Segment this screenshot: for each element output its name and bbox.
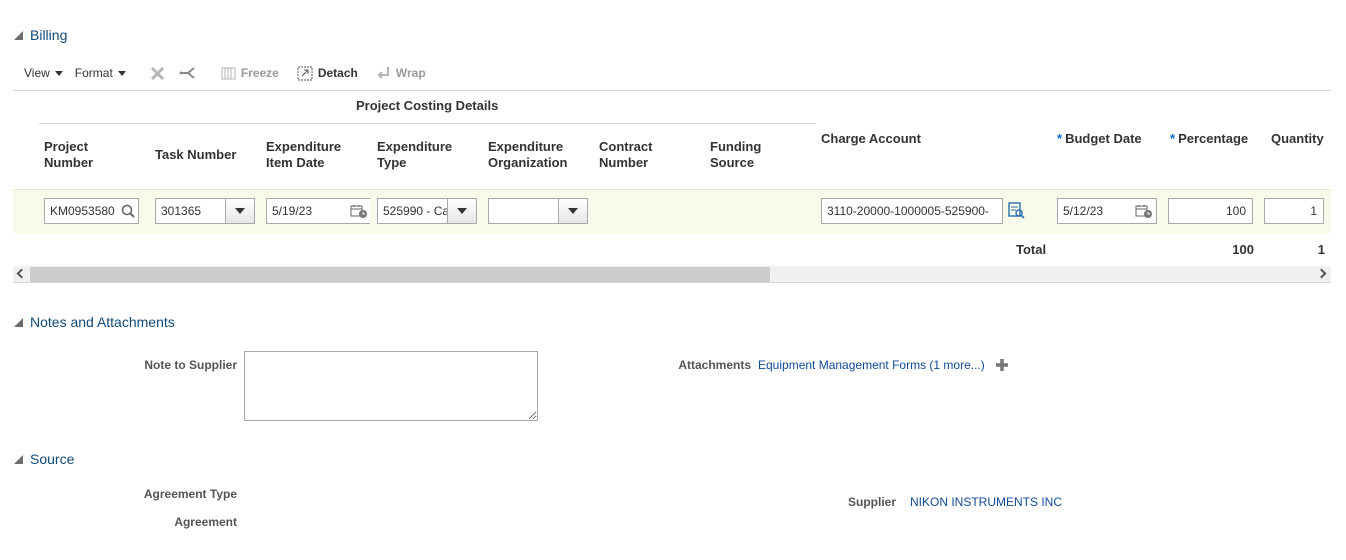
split-button[interactable]	[179, 66, 197, 81]
col-header-contract-number[interactable]: Contract Number	[599, 139, 679, 171]
wrap-label: Wrap	[395, 66, 426, 80]
agreement-label: Agreement	[174, 515, 237, 529]
detach-icon	[297, 66, 313, 80]
view-menu-label: View	[24, 66, 50, 80]
percentage-value: 100	[1225, 204, 1246, 218]
col-header-quantity[interactable]: Quantity	[1271, 131, 1324, 147]
col-header-task-number[interactable]: Task Number	[155, 147, 236, 163]
notes-section-toggle[interactable]: Notes and Attachments	[14, 314, 175, 330]
expenditure-organization-select[interactable]	[488, 198, 588, 224]
supplier-label: Supplier	[847, 495, 896, 509]
source-section-title: Source	[30, 451, 75, 467]
percentage-header-label: Percentage	[1178, 131, 1249, 146]
scroll-left-icon[interactable]	[16, 268, 27, 279]
billing-section-title: Billing	[30, 27, 68, 43]
calendar-icon[interactable]	[1135, 204, 1153, 219]
chevron-down-icon	[117, 70, 126, 76]
expenditure-organization-dropdown-button[interactable]	[558, 199, 587, 223]
freeze-button[interactable]: Freeze	[221, 66, 279, 80]
expenditure-item-date-input[interactable]: 5/19/23	[266, 198, 370, 224]
expenditure-type-dropdown-button[interactable]	[447, 199, 476, 223]
expenditure-type-select[interactable]: 525990 - Ca	[377, 198, 477, 224]
source-section-toggle[interactable]: Source	[14, 451, 74, 467]
collapse-triangle-icon[interactable]	[14, 30, 23, 40]
chevron-down-icon	[54, 70, 63, 76]
required-marker: *	[1057, 131, 1063, 146]
quantity-value: 1	[1310, 204, 1317, 218]
charge-account-value: 3110-20000-1000005-525900-	[827, 204, 989, 218]
attachments-link[interactable]: Equipment Management Forms (1 more...)	[758, 358, 985, 372]
total-label: Total	[1016, 242, 1047, 257]
delete-x-icon	[150, 66, 164, 80]
collapse-triangle-icon[interactable]	[14, 454, 23, 464]
note-to-supplier-textarea[interactable]	[244, 351, 538, 421]
col-header-percentage[interactable]: * Percentage	[1170, 131, 1248, 147]
note-to-supplier-label: Note to Supplier	[144, 358, 237, 372]
freeze-icon	[221, 67, 236, 79]
percentage-input[interactable]: 100	[1168, 198, 1253, 224]
group-header-project-costing: Project Costing Details	[356, 98, 499, 113]
required-marker: *	[1170, 131, 1176, 146]
total-quantity: 1	[1317, 242, 1325, 257]
col-header-expenditure-item-date[interactable]: Expenditure Item Date	[266, 139, 366, 171]
task-number-value: 301365	[161, 204, 202, 218]
split-icon	[179, 66, 195, 79]
delete-button[interactable]	[150, 66, 165, 81]
expenditure-type-value: 525990 - Ca	[383, 204, 447, 218]
notes-section-title: Notes and Attachments	[30, 314, 175, 330]
wrap-icon	[377, 67, 389, 79]
task-number-select[interactable]: 301365	[155, 198, 255, 224]
horizontal-scrollbar[interactable]	[13, 266, 1331, 283]
detach-button[interactable]: Detach	[297, 66, 358, 81]
group-header-divider	[39, 123, 816, 124]
col-header-expenditure-organization[interactable]: Expenditure Organization	[488, 139, 588, 171]
col-header-expenditure-type[interactable]: Expenditure Type	[377, 139, 467, 171]
project-number-input[interactable]: KM0953580	[44, 198, 139, 224]
billing-section-toggle[interactable]: Billing	[14, 27, 67, 43]
view-menu[interactable]: View	[24, 66, 63, 80]
budget-date-input[interactable]: 5/12/23	[1057, 198, 1157, 224]
calendar-icon[interactable]	[350, 204, 368, 219]
freeze-label: Freeze	[240, 66, 279, 80]
account-lookup-icon[interactable]	[1008, 202, 1025, 219]
chevron-down-icon	[568, 208, 578, 214]
collapse-triangle-icon[interactable]	[14, 317, 23, 327]
table-toolbar: View Format Freeze Detach Wrap	[24, 64, 438, 82]
col-header-charge-account[interactable]: Charge Account	[821, 131, 921, 147]
table-top-border	[13, 90, 1331, 91]
chevron-down-icon	[235, 208, 245, 214]
col-header-funding-source[interactable]: Funding Source	[710, 139, 790, 171]
wrap-button[interactable]: Wrap	[376, 66, 426, 80]
scroll-right-icon[interactable]	[1316, 268, 1327, 279]
attachments-label: Attachments	[678, 358, 751, 372]
format-menu-label: Format	[74, 66, 113, 80]
col-header-project-number[interactable]: Project Number	[44, 139, 134, 171]
budget-date-value: 5/12/23	[1063, 204, 1104, 218]
format-menu[interactable]: Format	[75, 66, 126, 80]
supplier-link[interactable]: NIKON INSTRUMENTS INC	[910, 495, 1062, 509]
project-number-value: KM0953580	[50, 204, 115, 218]
task-number-dropdown-button[interactable]	[225, 199, 254, 223]
quantity-input[interactable]: 1	[1264, 198, 1324, 224]
charge-account-input[interactable]: 3110-20000-1000005-525900-	[821, 198, 1003, 224]
scrollbar-thumb[interactable]	[30, 267, 770, 282]
total-percentage: 100	[1232, 242, 1254, 257]
budget-date-header-label: Budget Date	[1065, 131, 1142, 146]
agreement-type-label: Agreement Type	[143, 487, 237, 501]
col-header-budget-date[interactable]: * Budget Date	[1057, 131, 1142, 147]
add-plus-icon[interactable]	[995, 358, 1009, 372]
detach-label: Detach	[317, 66, 358, 80]
search-icon[interactable]	[121, 204, 135, 218]
chevron-down-icon	[457, 208, 467, 214]
expenditure-item-date-value: 5/19/23	[272, 204, 313, 218]
